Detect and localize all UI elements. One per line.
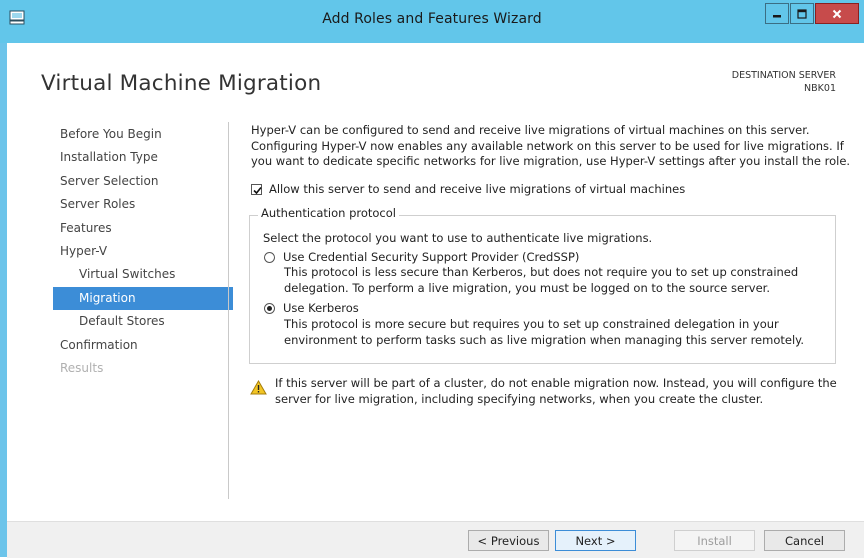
cluster-warning: If this server will be part of a cluster… [250,376,845,407]
close-button[interactable] [815,3,859,24]
warning-text: If this server will be part of a cluster… [275,376,837,406]
nav-item-virtual-switches[interactable]: Virtual Switches [53,263,233,286]
window-title: Add Roles and Features Wizard [322,11,542,27]
title-bar[interactable]: Add Roles and Features Wizard [0,0,864,43]
nav-item-results: Results [60,360,104,375]
minimize-button[interactable] [765,3,789,24]
previous-button[interactable]: < Previous [468,530,549,551]
wizard-nav: Before You Begin Installation Type Serve… [53,123,233,380]
nav-item-migration[interactable]: Migration [53,286,233,311]
nav-item-server-selection[interactable]: Server Selection [53,170,233,193]
destination-server-value: NBK01 [804,83,836,94]
close-icon [832,9,842,18]
nav-item-installation-type[interactable]: Installation Type [53,146,233,169]
warning-icon [250,380,267,395]
allow-migrations-row[interactable]: Allow this server to send and receive li… [251,182,685,196]
main-content: Hyper-V can be configured to send and re… [251,123,851,170]
nav-item-hyper-v[interactable]: Hyper-V [53,240,233,263]
nav-item-confirmation[interactable]: Confirmation [53,334,233,357]
kerberos-radio[interactable] [264,303,275,314]
credssp-description: This protocol is less secure than Kerber… [284,265,799,295]
cancel-button[interactable]: Cancel [764,530,845,551]
kerberos-label: Use Kerberos [283,301,359,315]
credssp-radio[interactable] [264,252,275,263]
kerberos-description: This protocol is more secure but require… [284,317,804,347]
credssp-label: Use Credential Security Support Provider… [283,250,580,264]
nav-item-server-roles[interactable]: Server Roles [53,193,233,216]
authentication-legend: Authentication protocol [258,206,399,220]
install-button: Install [674,530,755,551]
allow-migrations-label: Allow this server to send and receive li… [269,182,686,196]
destination-server-label: DESTINATION SERVER [731,70,836,81]
next-button[interactable]: Next > [555,530,636,551]
authentication-description: Select the protocol you want to use to a… [263,231,653,245]
checkmark-icon [253,186,262,194]
nav-item-default-stores[interactable]: Default Stores [53,310,233,333]
nav-item-features[interactable]: Features [53,217,233,240]
nav-item-before-you-begin[interactable]: Before You Begin [53,123,233,146]
page-title: Virtual Machine Migration [41,71,322,96]
intro-text: Hyper-V can be configured to send and re… [251,123,851,168]
maximize-icon [797,8,807,19]
kerberos-option[interactable]: Use Kerberos [264,301,359,317]
credssp-option[interactable]: Use Credential Security Support Provider… [264,250,579,266]
wizard-window: Add Roles and Features Wizard Virtual Ma… [0,0,864,558]
nav-divider [228,122,229,499]
allow-migrations-checkbox[interactable] [251,183,262,195]
minimize-icon [773,14,781,17]
wizard-client-area: Virtual Machine Migration DESTINATION SE… [7,43,864,558]
maximize-button[interactable] [790,3,814,24]
